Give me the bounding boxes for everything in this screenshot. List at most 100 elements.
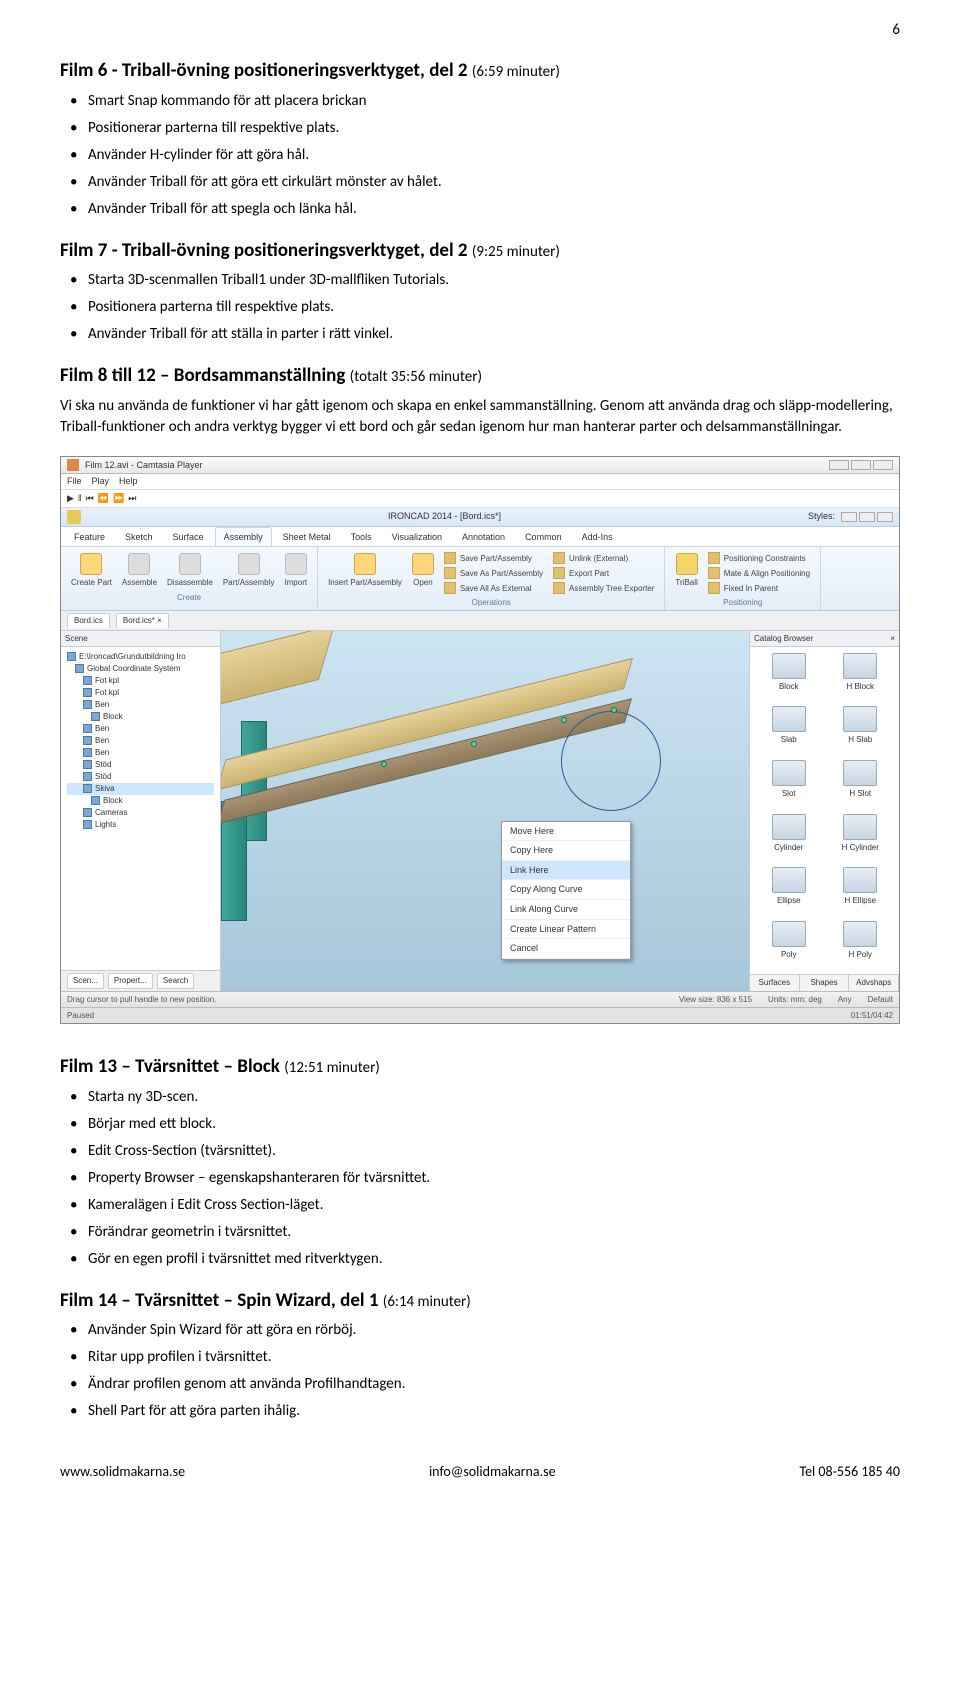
catalog-item[interactable]: H Slot	[828, 760, 894, 808]
btn-pos-constraints[interactable]: Positioning Constraints	[706, 551, 812, 565]
tree-node[interactable]: Skiva	[67, 783, 214, 795]
btn-save-all-ext[interactable]: Save All As External	[442, 581, 545, 595]
btn-save-as-part[interactable]: Save As Part/Assembly	[442, 566, 545, 580]
tab-surface[interactable]: Surface	[164, 527, 213, 547]
viewport-3d[interactable]: Move HereCopy HereLink HereCopy Along Cu…	[221, 631, 749, 991]
tab-sheetmetal[interactable]: Sheet Metal	[274, 527, 340, 547]
close-icon[interactable]: ×	[890, 633, 895, 644]
btn-export-part[interactable]: Export Part	[551, 566, 656, 580]
catalog-tab-shapes[interactable]: Shapes	[800, 975, 850, 990]
tree-node[interactable]: Global Coordinate System	[67, 663, 214, 675]
menu-help[interactable]: Help	[119, 475, 138, 488]
catalog-item[interactable]: H Poly	[828, 921, 894, 969]
rewind-icon[interactable]: ⏪	[98, 492, 109, 505]
film6-duration: (6:59 minuter)	[472, 63, 560, 81]
left-tab-search[interactable]: Search	[157, 973, 194, 988]
prev-icon[interactable]: ⏮	[86, 492, 94, 505]
app-body: Scene E:\Ironcad\Grundutbildning IroGlob…	[61, 631, 899, 991]
context-menu-item[interactable]: Create Linear Pattern	[502, 920, 630, 940]
context-menu[interactable]: Move HereCopy HereLink HereCopy Along Cu…	[501, 821, 631, 960]
tree-node[interactable]: Ben	[67, 735, 214, 747]
tree-node[interactable]: Cameras	[67, 807, 214, 819]
tab-tools[interactable]: Tools	[342, 527, 381, 547]
catalog-item[interactable]: H Block	[828, 653, 894, 701]
tab-visualization[interactable]: Visualization	[383, 527, 451, 547]
player-controls[interactable]: ▶ ‖ ⏮ ⏪ ⏩ ⏭	[61, 490, 899, 508]
page-number: 6	[892, 20, 900, 41]
film14-title-text: Film 14 – Tvärsnittet – Spin Wizard, del…	[60, 1289, 378, 1312]
context-menu-item[interactable]: Link Along Curve	[502, 900, 630, 920]
tab-assembly[interactable]: Assembly	[215, 527, 272, 547]
tree-node[interactable]: Fot kpl	[67, 687, 214, 699]
btn-open[interactable]: Open	[410, 551, 436, 595]
play-icon[interactable]: ▶	[67, 492, 74, 505]
btn-disassemble[interactable]: Disassemble	[165, 551, 215, 590]
context-menu-item[interactable]: Cancel	[502, 939, 630, 959]
tree-node[interactable]: Ben	[67, 699, 214, 711]
tab-annotation[interactable]: Annotation	[453, 527, 514, 547]
status-any: Any	[838, 994, 852, 1005]
scene-tab-2[interactable]: Bord.ics* ×	[116, 613, 169, 627]
catalog-item[interactable]: Cylinder	[756, 814, 822, 862]
catalog-tab-advshaps[interactable]: Advshaps	[849, 975, 899, 990]
btn-fixed-parent[interactable]: Fixed In Parent	[706, 581, 812, 595]
forward-icon[interactable]: ⏩	[113, 492, 124, 505]
tree-node[interactable]: Block	[67, 795, 214, 807]
shape-icon	[843, 814, 877, 840]
btn-save-part[interactable]: Save Part/Assembly	[442, 551, 545, 565]
tree-label: Ben	[95, 723, 109, 735]
catalog-item[interactable]: Poly	[756, 921, 822, 969]
btn-mate-align[interactable]: Mate & Align Positioning	[706, 566, 812, 580]
catalog-tab-surfaces[interactable]: Surfaces	[750, 975, 800, 990]
catalog-item[interactable]: Slot	[756, 760, 822, 808]
app-window-controls[interactable]	[841, 512, 893, 522]
tree-node[interactable]: Fot kpl	[67, 675, 214, 687]
btn-triball[interactable]: TriBall	[673, 551, 699, 595]
tree-node[interactable]: Ben	[67, 747, 214, 759]
left-tab-scene[interactable]: Scen...	[67, 973, 104, 988]
menu-file[interactable]: File	[67, 475, 82, 488]
cube-icon	[83, 760, 92, 769]
catalog-item[interactable]: H Ellipse	[828, 867, 894, 915]
menu-play[interactable]: Play	[92, 475, 110, 488]
catalog-label: Block	[779, 681, 799, 692]
scene-tree[interactable]: E:\Ironcad\Grundutbildning IroGlobal Coo…	[61, 647, 220, 971]
tab-sketch[interactable]: Sketch	[116, 527, 162, 547]
tree-node[interactable]: Lights	[67, 819, 214, 831]
context-menu-item[interactable]: Copy Here	[502, 841, 630, 861]
film14-title: Film 14 – Tvärsnittet – Spin Wizard, del…	[60, 1288, 900, 1315]
btn-tree-exporter[interactable]: Assembly Tree Exporter	[551, 581, 656, 595]
tab-common[interactable]: Common	[516, 527, 571, 547]
catalog-item[interactable]: Slab	[756, 706, 822, 754]
tree-node[interactable]: Block	[67, 711, 214, 723]
tree-node[interactable]: Stöd	[67, 771, 214, 783]
context-menu-item[interactable]: Copy Along Curve	[502, 880, 630, 900]
catalog-item[interactable]: H Cylinder	[828, 814, 894, 862]
film14-bullets: Använder Spin Wizard för att göra en rör…	[60, 1320, 900, 1422]
tree-node[interactable]: Stöd	[67, 759, 214, 771]
tab-feature[interactable]: Feature	[65, 527, 114, 547]
status-bar: Drag cursor to pull handle to new positi…	[61, 991, 899, 1007]
scene-tab-1[interactable]: Bord.ics	[67, 613, 110, 627]
pause-icon[interactable]: ‖	[78, 492, 82, 505]
catalog-item[interactable]: Ellipse	[756, 867, 822, 915]
film7-duration: (9:25 minuter)	[472, 243, 560, 261]
catalog-item[interactable]: Block	[756, 653, 822, 701]
context-menu-item[interactable]: Move Here	[502, 822, 630, 842]
context-menu-item[interactable]: Link Here	[502, 861, 630, 881]
btn-create-part[interactable]: Create Part	[69, 551, 114, 590]
shape-icon	[843, 653, 877, 679]
btn-import[interactable]: Import	[282, 551, 309, 590]
left-tab-properties[interactable]: Propert...	[108, 973, 153, 988]
btn-unlink[interactable]: Unlink (External)	[551, 551, 656, 565]
bullet: Använder H-cylinder för att göra hål.	[88, 145, 900, 166]
tree-node[interactable]: E:\Ironcad\Grundutbildning Iro	[67, 651, 214, 663]
tab-addins[interactable]: Add-Ins	[573, 527, 622, 547]
btn-part-assembly[interactable]: Part/Assembly	[221, 551, 277, 590]
catalog-item[interactable]: H Slab	[828, 706, 894, 754]
btn-insert-part[interactable]: Insert Part/Assembly	[326, 551, 404, 595]
btn-assemble[interactable]: Assemble	[120, 551, 159, 590]
window-controls[interactable]	[829, 460, 893, 470]
tree-node[interactable]: Ben	[67, 723, 214, 735]
next-icon[interactable]: ⏭	[128, 492, 136, 505]
